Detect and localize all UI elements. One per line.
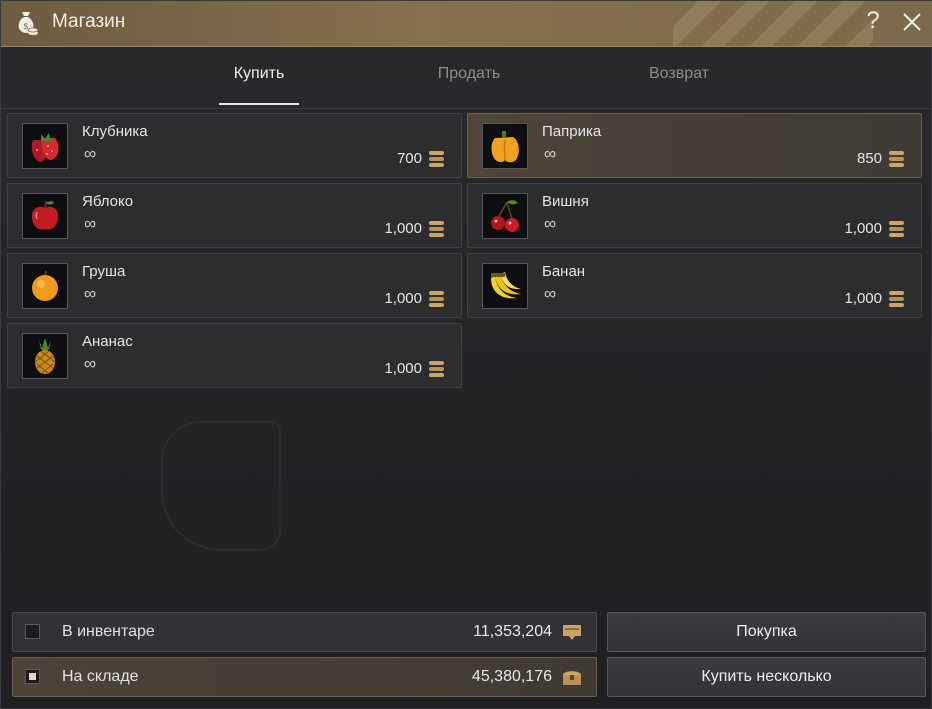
shop-item-paprika[interactable]: Паприка ∞ 850 — [467, 113, 922, 178]
coin-stack-icon — [888, 150, 905, 168]
warehouse-funds-row[interactable]: На складе 45,380,176 — [12, 657, 597, 697]
shop-window: $ Магазин ? Купить Продать Возврат Клубн… — [0, 0, 932, 709]
coin-stack-icon — [888, 290, 905, 308]
inventory-checkbox[interactable] — [25, 624, 40, 639]
item-price: 1,000 — [844, 290, 882, 307]
coin-stack-icon — [428, 220, 445, 238]
item-price: 700 — [396, 150, 422, 167]
item-name: Груша — [82, 263, 126, 280]
coin-stack-icon — [428, 290, 445, 308]
inventory-bag-icon — [561, 622, 583, 642]
shop-item-cherry[interactable]: Вишня ∞ 1,000 — [467, 183, 922, 248]
shop-item-banana[interactable]: Банан ∞ 1,000 — [467, 253, 922, 318]
infinity-icon: ∞ — [544, 214, 557, 233]
tab-bar: Купить Продать Возврат — [1, 47, 932, 109]
warehouse-label: На складе — [62, 668, 139, 685]
infinity-icon: ∞ — [84, 144, 97, 163]
close-button[interactable] — [900, 10, 924, 34]
window-title: Магазин — [52, 11, 126, 32]
inventory-label: В инвентаре — [62, 623, 155, 640]
coin-stack-icon — [428, 360, 445, 378]
item-name: Клубника — [82, 123, 148, 140]
warehouse-checkbox[interactable] — [25, 669, 40, 684]
item-name: Яблоко — [82, 193, 134, 210]
money-bag-icon: $ — [13, 9, 39, 37]
tab-buy[interactable]: Купить — [219, 65, 299, 105]
strawberry-icon — [22, 123, 68, 169]
inventory-amount: 11,353,204 — [473, 623, 552, 640]
shop-item-pear[interactable]: Груша ∞ 1,000 — [7, 253, 462, 318]
pineapple-icon — [22, 333, 68, 379]
warehouse-amount: 45,380,176 — [471, 668, 552, 685]
item-name: Вишня — [542, 193, 589, 210]
paprika-icon — [482, 123, 528, 169]
shop-item-apple[interactable]: Яблоко ∞ 1,000 — [7, 183, 462, 248]
coin-stack-icon — [428, 150, 445, 168]
title-bar-ornament — [673, 1, 873, 46]
infinity-icon: ∞ — [544, 284, 557, 303]
infinity-icon: ∞ — [84, 214, 97, 233]
inventory-funds-row[interactable]: В инвентаре 11,353,204 — [12, 612, 597, 652]
coin-stack-icon — [888, 220, 905, 238]
item-price: 1,000 — [844, 220, 882, 237]
apple-icon — [22, 193, 68, 239]
item-price: 850 — [856, 150, 882, 167]
item-name: Паприка — [542, 123, 602, 140]
help-button[interactable]: ? — [861, 7, 885, 37]
infinity-icon: ∞ — [544, 144, 557, 163]
item-name: Банан — [542, 263, 586, 280]
buy-button[interactable]: Покупка — [607, 612, 926, 652]
pear-icon — [22, 263, 68, 309]
background-decoration — [161, 421, 281, 551]
item-name: Ананас — [82, 333, 133, 350]
infinity-icon: ∞ — [84, 354, 97, 373]
close-icon — [903, 13, 921, 31]
item-price: 1,000 — [384, 290, 422, 307]
buy-multiple-button[interactable]: Купить несколько — [607, 657, 926, 697]
infinity-icon: ∞ — [84, 284, 97, 303]
shop-item-strawberry[interactable]: Клубника ∞ 700 — [7, 113, 462, 178]
item-price: 1,000 — [384, 360, 422, 377]
item-price: 1,000 — [384, 220, 422, 237]
tab-return[interactable]: Возврат — [633, 65, 725, 105]
tab-sell[interactable]: Продать — [424, 65, 514, 105]
treasure-chest-icon — [561, 667, 583, 687]
cherry-icon — [482, 193, 528, 239]
title-bar: $ Магазин ? — [1, 1, 932, 47]
shop-item-pineapple[interactable]: Ананас ∞ 1,000 — [7, 323, 462, 388]
banana-icon — [482, 263, 528, 309]
